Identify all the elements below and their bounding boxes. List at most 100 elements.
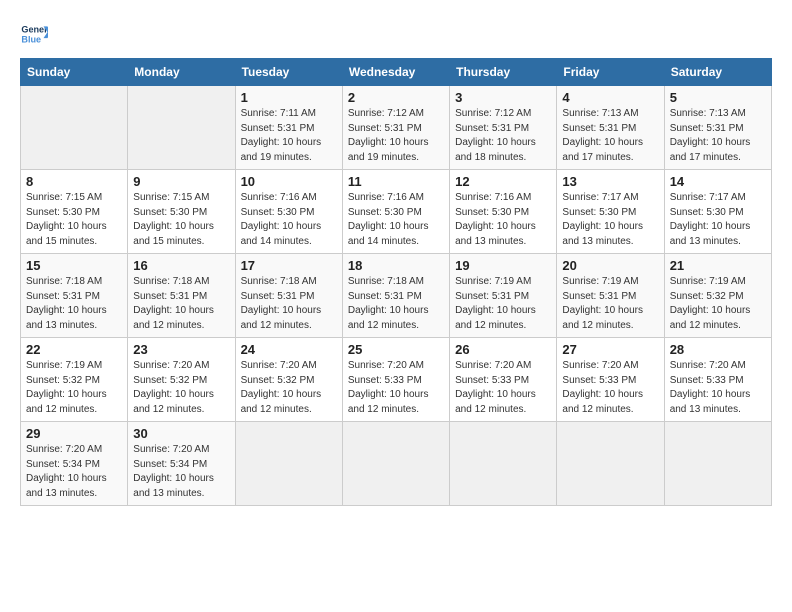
calendar-week-row: 29 Sunrise: 7:20 AMSunset: 5:34 PMDayligh… (21, 422, 772, 506)
calendar-day-cell: 23 Sunrise: 7:20 AMSunset: 5:32 PMDayligh… (128, 338, 235, 422)
day-number: 1 (241, 90, 337, 105)
day-info: Sunrise: 7:20 AMSunset: 5:34 PMDaylight:… (133, 443, 229, 501)
day-number: 22 (26, 342, 122, 357)
day-info: Sunrise: 7:13 AMSunset: 5:31 PMDaylight:… (562, 107, 658, 165)
day-info: Sunrise: 7:15 AMSunset: 5:30 PMDaylight:… (133, 191, 229, 249)
day-info: Sunrise: 7:15 AMSunset: 5:30 PMDaylight:… (26, 191, 122, 249)
calendar-day-cell: 12Sunrise: 7:16 AMSunset: 5:30 PMDayligh… (450, 170, 557, 254)
calendar-day-cell (342, 422, 449, 506)
day-info: Sunrise: 7:18 AMSunset: 5:31 PMDaylight:… (26, 275, 122, 333)
day-number: 29 (26, 426, 122, 441)
day-info: Sunrise: 7:16 AMSunset: 5:30 PMDaylight:… (348, 191, 444, 249)
day-info: Sunrise: 7:20 AMSunset: 5:33 PMDaylight:… (455, 359, 551, 417)
day-info: Sunrise: 7:18 AMSunset: 5:31 PMDaylight:… (241, 275, 337, 333)
logo-icon: General Blue (20, 20, 48, 48)
day-info: Sunrise: 7:20 AMSunset: 5:33 PMDaylight:… (348, 359, 444, 417)
calendar-day-cell: 20 Sunrise: 7:19 AMSunset: 5:31 PMDayligh… (557, 254, 664, 338)
day-number: 24 (241, 342, 337, 357)
day-info: Sunrise: 7:20 AMSunset: 5:33 PMDaylight:… (562, 359, 658, 417)
day-info: Sunrise: 7:16 AMSunset: 5:30 PMDaylight:… (241, 191, 337, 249)
calendar-day-cell: 10Sunrise: 7:16 AMSunset: 5:30 PMDayligh… (235, 170, 342, 254)
day-number: 25 (348, 342, 444, 357)
calendar-day-cell (664, 422, 771, 506)
calendar-week-row: 15 Sunrise: 7:18 AMSunset: 5:31 PMDayligh… (21, 254, 772, 338)
calendar-week-row: 1 Sunrise: 7:11 AMSunset: 5:31 PMDaylight… (21, 86, 772, 170)
day-number: 27 (562, 342, 658, 357)
day-number: 18 (348, 258, 444, 273)
calendar-week-row: 22 Sunrise: 7:19 AMSunset: 5:32 PMDayligh… (21, 338, 772, 422)
calendar-day-cell: 2 Sunrise: 7:12 AMSunset: 5:31 PMDaylight… (342, 86, 449, 170)
calendar-day-cell: 4 Sunrise: 7:13 AMSunset: 5:31 PMDaylight… (557, 86, 664, 170)
calendar-day-cell: 29 Sunrise: 7:20 AMSunset: 5:34 PMDayligh… (21, 422, 128, 506)
day-info: Sunrise: 7:17 AMSunset: 5:30 PMDaylight:… (562, 191, 658, 249)
day-info: Sunrise: 7:20 AMSunset: 5:32 PMDaylight:… (133, 359, 229, 417)
day-info: Sunrise: 7:19 AMSunset: 5:32 PMDaylight:… (670, 275, 766, 333)
day-number: 15 (26, 258, 122, 273)
weekday-header: Wednesday (342, 59, 449, 86)
calendar-day-cell: 8 Sunrise: 7:15 AMSunset: 5:30 PMDaylight… (21, 170, 128, 254)
day-number: 8 (26, 174, 122, 189)
calendar-day-cell: 26Sunrise: 7:20 AMSunset: 5:33 PMDayligh… (450, 338, 557, 422)
weekday-header: Friday (557, 59, 664, 86)
day-info: Sunrise: 7:18 AMSunset: 5:31 PMDaylight:… (348, 275, 444, 333)
day-info: Sunrise: 7:19 AMSunset: 5:32 PMDaylight:… (26, 359, 122, 417)
day-info: Sunrise: 7:20 AMSunset: 5:34 PMDaylight:… (26, 443, 122, 501)
weekday-header: Saturday (664, 59, 771, 86)
day-number: 2 (348, 90, 444, 105)
day-number: 30 (133, 426, 229, 441)
day-info: Sunrise: 7:12 AMSunset: 5:31 PMDaylight:… (455, 107, 551, 165)
day-number: 19 (455, 258, 551, 273)
day-info: Sunrise: 7:19 AMSunset: 5:31 PMDaylight:… (455, 275, 551, 333)
header: General Blue (20, 20, 772, 48)
weekday-header: Monday (128, 59, 235, 86)
day-number: 13 (562, 174, 658, 189)
day-info: Sunrise: 7:16 AMSunset: 5:30 PMDaylight:… (455, 191, 551, 249)
calendar-day-cell (21, 86, 128, 170)
calendar-day-cell: 18 Sunrise: 7:18 AMSunset: 5:31 PMDayligh… (342, 254, 449, 338)
calendar-day-cell: 30 Sunrise: 7:20 AMSunset: 5:34 PMDayligh… (128, 422, 235, 506)
calendar-day-cell (235, 422, 342, 506)
calendar-day-cell: 24 Sunrise: 7:20 AMSunset: 5:32 PMDayligh… (235, 338, 342, 422)
day-number: 17 (241, 258, 337, 273)
calendar-day-cell: 14 Sunrise: 7:17 AMSunset: 5:30 PMDayligh… (664, 170, 771, 254)
day-number: 3 (455, 90, 551, 105)
calendar-day-cell: 5Sunrise: 7:13 AMSunset: 5:31 PMDaylight… (664, 86, 771, 170)
calendar-day-cell: 27 Sunrise: 7:20 AMSunset: 5:33 PMDayligh… (557, 338, 664, 422)
weekday-header: Tuesday (235, 59, 342, 86)
calendar-day-cell: 19 Sunrise: 7:19 AMSunset: 5:31 PMDayligh… (450, 254, 557, 338)
day-number: 23 (133, 342, 229, 357)
calendar-day-cell: 15 Sunrise: 7:18 AMSunset: 5:31 PMDayligh… (21, 254, 128, 338)
day-number: 28 (670, 342, 766, 357)
calendar-day-cell (128, 86, 235, 170)
day-number: 9 (133, 174, 229, 189)
logo: General Blue (20, 20, 52, 48)
day-number: 21 (670, 258, 766, 273)
calendar-day-cell (450, 422, 557, 506)
calendar-day-cell: 13 Sunrise: 7:17 AMSunset: 5:30 PMDayligh… (557, 170, 664, 254)
calendar-day-cell: 21 Sunrise: 7:19 AMSunset: 5:32 PMDayligh… (664, 254, 771, 338)
day-info: Sunrise: 7:19 AMSunset: 5:31 PMDaylight:… (562, 275, 658, 333)
calendar-day-cell: 25 Sunrise: 7:20 AMSunset: 5:33 PMDayligh… (342, 338, 449, 422)
calendar-day-cell: 22 Sunrise: 7:19 AMSunset: 5:32 PMDayligh… (21, 338, 128, 422)
day-number: 4 (562, 90, 658, 105)
calendar-day-cell: 16 Sunrise: 7:18 AMSunset: 5:31 PMDayligh… (128, 254, 235, 338)
day-info: Sunrise: 7:11 AMSunset: 5:31 PMDaylight:… (241, 107, 337, 165)
calendar-day-cell (557, 422, 664, 506)
day-number: 16 (133, 258, 229, 273)
day-number: 14 (670, 174, 766, 189)
calendar-day-cell: 17 Sunrise: 7:18 AMSunset: 5:31 PMDayligh… (235, 254, 342, 338)
day-number: 5 (670, 90, 766, 105)
calendar-day-cell: 3 Sunrise: 7:12 AMSunset: 5:31 PMDaylight… (450, 86, 557, 170)
day-info: Sunrise: 7:12 AMSunset: 5:31 PMDaylight:… (348, 107, 444, 165)
calendar-header-row: SundayMondayTuesdayWednesdayThursdayFrid… (21, 59, 772, 86)
calendar-day-cell: 28Sunrise: 7:20 AMSunset: 5:33 PMDayligh… (664, 338, 771, 422)
day-number: 11 (348, 174, 444, 189)
day-info: Sunrise: 7:17 AMSunset: 5:30 PMDaylight:… (670, 191, 766, 249)
weekday-header: Sunday (21, 59, 128, 86)
calendar-table: SundayMondayTuesdayWednesdayThursdayFrid… (20, 58, 772, 506)
day-info: Sunrise: 7:18 AMSunset: 5:31 PMDaylight:… (133, 275, 229, 333)
day-number: 20 (562, 258, 658, 273)
calendar-day-cell: 11 Sunrise: 7:16 AMSunset: 5:30 PMDayligh… (342, 170, 449, 254)
svg-text:Blue: Blue (21, 34, 41, 44)
day-info: Sunrise: 7:20 AMSunset: 5:32 PMDaylight:… (241, 359, 337, 417)
